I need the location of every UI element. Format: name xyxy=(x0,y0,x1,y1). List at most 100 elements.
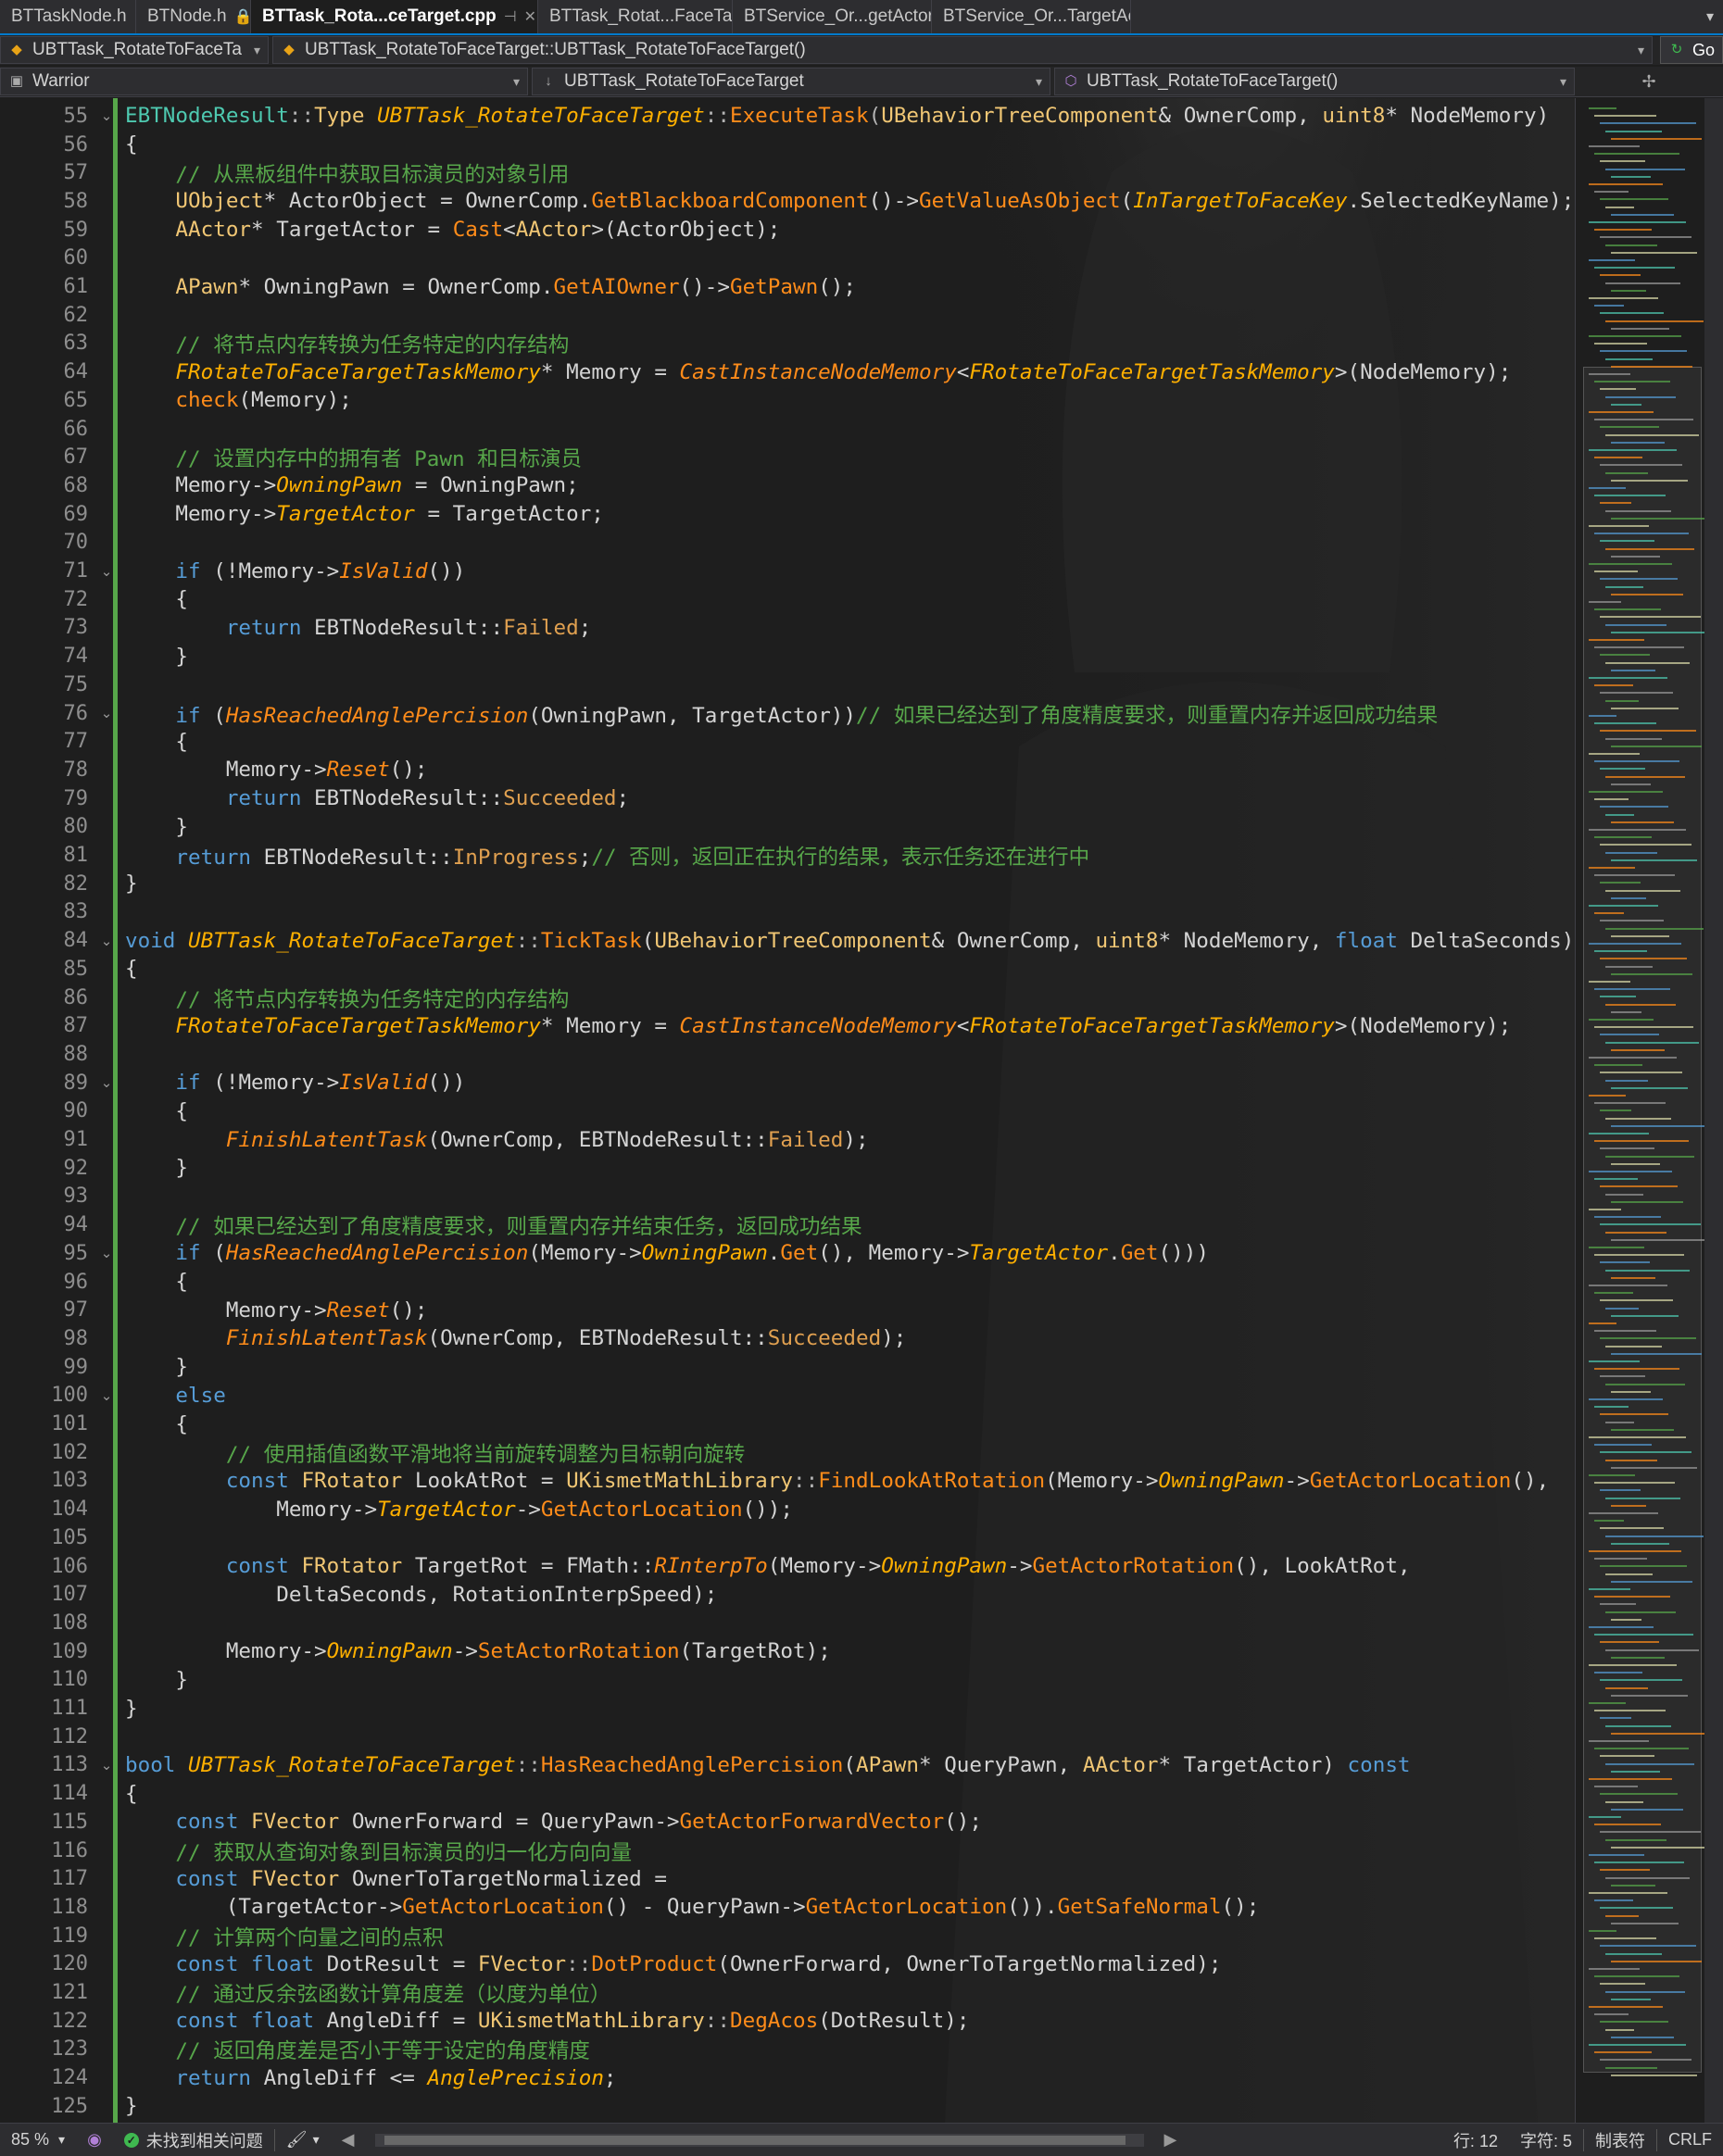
fold-chevron-icon[interactable]: ⌄ xyxy=(88,705,125,721)
fold-chevron-icon[interactable]: ⌄ xyxy=(88,563,125,580)
code-line[interactable]: 109 Memory->OwningPawn->SetActorRotation… xyxy=(0,1637,1575,1666)
code-line[interactable]: 57 // 从黑板组件中获取目标演员的对象引用 xyxy=(0,158,1575,187)
module-dropdown[interactable]: ▣ Warrior ▾ xyxy=(0,68,528,95)
code-line[interactable]: 67 // 设置内存中的拥有者 Pawn 和目标演员 xyxy=(0,443,1575,471)
code-line[interactable]: 108 xyxy=(0,1609,1575,1637)
code-editor[interactable]: 55 ⌄ EBTNodeResult::Type UBTTask_RotateToF… xyxy=(0,98,1575,2123)
code-line[interactable]: 55 ⌄ EBTNodeResult::Type UBTTask_RotateToF… xyxy=(0,102,1575,131)
member-dropdown[interactable]: ⬡ UBTTask_RotateToFaceTarget() ▾ xyxy=(1054,68,1575,95)
code-line[interactable]: 121 // 通过反余弦函数计算角度差（以度为单位） xyxy=(0,1978,1575,2007)
code-line[interactable]: 76 ⌄ if (HasReachedAnglePercision(OwningP… xyxy=(0,699,1575,728)
code-line[interactable]: 58 UObject* ActorObject = OwnerComp.GetB… xyxy=(0,187,1575,216)
code-line[interactable]: 99 } xyxy=(0,1353,1575,1382)
code-line[interactable]: 80 } xyxy=(0,813,1575,842)
code-line[interactable]: 59 AActor* TargetActor = Cast<AActor>(Ac… xyxy=(0,216,1575,244)
code-line[interactable]: 93 xyxy=(0,1183,1575,1211)
code-line[interactable]: 100 ⌄ else xyxy=(0,1382,1575,1410)
zoom-dropdown[interactable]: 85 % ▾ xyxy=(0,2124,76,2156)
code-line[interactable]: 115 const FVector OwnerForward = QueryPa… xyxy=(0,1808,1575,1836)
code-line[interactable]: 61 APawn* OwningPawn = OwnerComp.GetAIOw… xyxy=(0,272,1575,301)
code-line[interactable]: 111} xyxy=(0,1694,1575,1723)
code-line[interactable]: 63 // 将节点内存转换为任务特定的内存结构 xyxy=(0,330,1575,357)
code-line[interactable]: 101 { xyxy=(0,1410,1575,1438)
code-line[interactable]: 72 { xyxy=(0,585,1575,614)
code-line[interactable]: 65 check(Memory); xyxy=(0,386,1575,415)
code-line[interactable]: 74 } xyxy=(0,642,1575,671)
code-line[interactable]: 107 DeltaSeconds, RotationInterpSpeed); xyxy=(0,1580,1575,1609)
go-button[interactable]: ↻ Go xyxy=(1659,36,1723,64)
vertical-scrollbar[interactable] xyxy=(1704,98,1723,2123)
scroll-left-icon[interactable]: ◀ xyxy=(331,2124,366,2156)
scope-dropdown[interactable]: ◆ UBTTask_RotateToFaceTarget::UBTTask_Ro… xyxy=(272,36,1653,64)
code-line[interactable]: 120 const float DotResult = FVector::Dot… xyxy=(0,1950,1575,1979)
code-line[interactable]: 81 return EBTNodeResult::InProgress;// 否… xyxy=(0,841,1575,870)
fold-chevron-icon[interactable]: ⌄ xyxy=(88,1757,125,1774)
tab-4[interactable]: BTService_Or...getActor.cpp xyxy=(733,0,932,33)
code-line[interactable]: 98 FinishLatentTask(OwnerComp, EBTNodeRe… xyxy=(0,1324,1575,1353)
code-line[interactable]: 64 FRotateToFaceTargetTaskMemory* Memory… xyxy=(0,357,1575,386)
code-line[interactable]: 105 xyxy=(0,1523,1575,1552)
class-dropdown[interactable]: ↓ UBTTask_RotateToFaceTarget ▾ xyxy=(532,68,1050,95)
code-line[interactable]: 103 const FRotator LookAtRot = UKismetMa… xyxy=(0,1467,1575,1496)
line-indicator[interactable]: 行: 12 xyxy=(1442,2124,1509,2156)
code-line[interactable]: 110 } xyxy=(0,1666,1575,1695)
split-window-icon[interactable]: ✢ xyxy=(1575,67,1723,96)
minimap[interactable] xyxy=(1575,98,1711,2123)
code-line[interactable]: 106 const FRotator TargetRot = FMath::RI… xyxy=(0,1552,1575,1581)
code-line[interactable]: 86 // 将节点内存转换为任务特定的内存结构 xyxy=(0,984,1575,1012)
code-line[interactable]: 104 Memory->TargetActor->GetActorLocatio… xyxy=(0,1495,1575,1523)
code-line[interactable]: 85 { xyxy=(0,955,1575,984)
code-line[interactable]: 56 { xyxy=(0,131,1575,159)
code-line[interactable]: 60 xyxy=(0,244,1575,273)
fold-chevron-icon[interactable]: ⌄ xyxy=(88,1245,125,1261)
pin-icon[interactable]: ⊣ xyxy=(504,7,517,26)
code-line[interactable]: 118 (TargetActor->GetActorLocation() - Q… xyxy=(0,1893,1575,1922)
code-line[interactable]: 71 ⌄ if (!Memory->IsValid()) xyxy=(0,557,1575,585)
code-line[interactable]: 122 const float AngleDiff = UKismetMathL… xyxy=(0,2007,1575,2036)
code-line[interactable]: 94 // 如果已经达到了角度精度要求，则重置内存并结束任务，返回成功结果 xyxy=(0,1210,1575,1239)
line-ending-indicator[interactable]: CRLF xyxy=(1657,2124,1723,2156)
code-line[interactable]: 92 } xyxy=(0,1154,1575,1183)
column-indicator[interactable]: 字符: 5 xyxy=(1509,2124,1583,2156)
code-line[interactable]: 123 // 返回角度差是否小于等于设定的角度精度 xyxy=(0,2036,1575,2063)
code-line[interactable]: 112 xyxy=(0,1723,1575,1751)
scroll-right-icon[interactable]: ▶ xyxy=(1153,2124,1188,2156)
horizontal-scrollbar[interactable] xyxy=(374,2133,1144,2147)
copilot-icon[interactable]: ◉ xyxy=(76,2124,113,2156)
tab-overflow-icon[interactable]: ▾ xyxy=(1706,7,1714,26)
fold-chevron-icon[interactable]: ⌄ xyxy=(88,933,125,949)
code-line[interactable]: 79 return EBTNodeResult::Succeeded; xyxy=(0,784,1575,813)
code-line[interactable]: 89 ⌄ if (!Memory->IsValid()) xyxy=(0,1069,1575,1097)
code-line[interactable]: 116 // 获取从查询对象到目标演员的归一化方向向量 xyxy=(0,1836,1575,1865)
tab-2[interactable]: BTTask_Rota...ceTarget.cpp ⊣ ✕ xyxy=(251,0,538,33)
code-line[interactable]: 96 { xyxy=(0,1268,1575,1297)
code-line[interactable]: 88 xyxy=(0,1040,1575,1069)
code-line[interactable]: 91 FinishLatentTask(OwnerComp, EBTNodeRe… xyxy=(0,1125,1575,1154)
project-dropdown[interactable]: ◆ UBTTask_RotateToFaceTa ▾ xyxy=(0,36,269,64)
tab-5[interactable]: BTService_Or...TargetActor.h xyxy=(932,0,1131,33)
code-line[interactable]: 77 { xyxy=(0,727,1575,756)
tab-1[interactable]: BTNode.h 🔒 xyxy=(136,0,251,33)
close-icon[interactable]: ✕ xyxy=(524,7,536,26)
code-line[interactable]: 83 xyxy=(0,898,1575,927)
code-line[interactable]: 124 return AngleDiff <= AnglePrecision; xyxy=(0,2063,1575,2092)
code-line[interactable]: 70 xyxy=(0,529,1575,558)
code-line[interactable]: 97 Memory->Reset(); xyxy=(0,1296,1575,1324)
code-line[interactable]: 66 xyxy=(0,415,1575,444)
code-line[interactable]: 73 return EBTNodeResult::Failed; xyxy=(0,614,1575,643)
code-line[interactable]: 62 xyxy=(0,301,1575,330)
code-cleanup-button[interactable]: 🖌 ▾ xyxy=(275,2124,331,2156)
code-line[interactable]: 90 { xyxy=(0,1097,1575,1126)
code-line[interactable]: 95 ⌄ if (HasReachedAnglePercision(Memory-… xyxy=(0,1239,1575,1268)
fold-chevron-icon[interactable]: ⌄ xyxy=(88,1074,125,1091)
tab-3[interactable]: BTTask_Rotat...FaceTarget.h xyxy=(538,0,733,33)
code-line[interactable]: 69 Memory->TargetActor = TargetActor; xyxy=(0,500,1575,529)
code-line[interactable]: 84 ⌄ void UBTTask_RotateToFaceTarget::Tick… xyxy=(0,926,1575,955)
scrollbar-thumb[interactable] xyxy=(384,2135,1126,2145)
code-line[interactable]: 119 // 计算两个向量之间的点积 xyxy=(0,1922,1575,1950)
code-line[interactable]: 102 // 使用插值函数平滑地将当前旋转调整为目标朝向旋转 xyxy=(0,1438,1575,1467)
code-line[interactable]: 82} xyxy=(0,870,1575,898)
code-line[interactable]: 125} xyxy=(0,2092,1575,2121)
code-line[interactable]: 75 xyxy=(0,671,1575,699)
code-line[interactable]: 114 { xyxy=(0,1779,1575,1808)
